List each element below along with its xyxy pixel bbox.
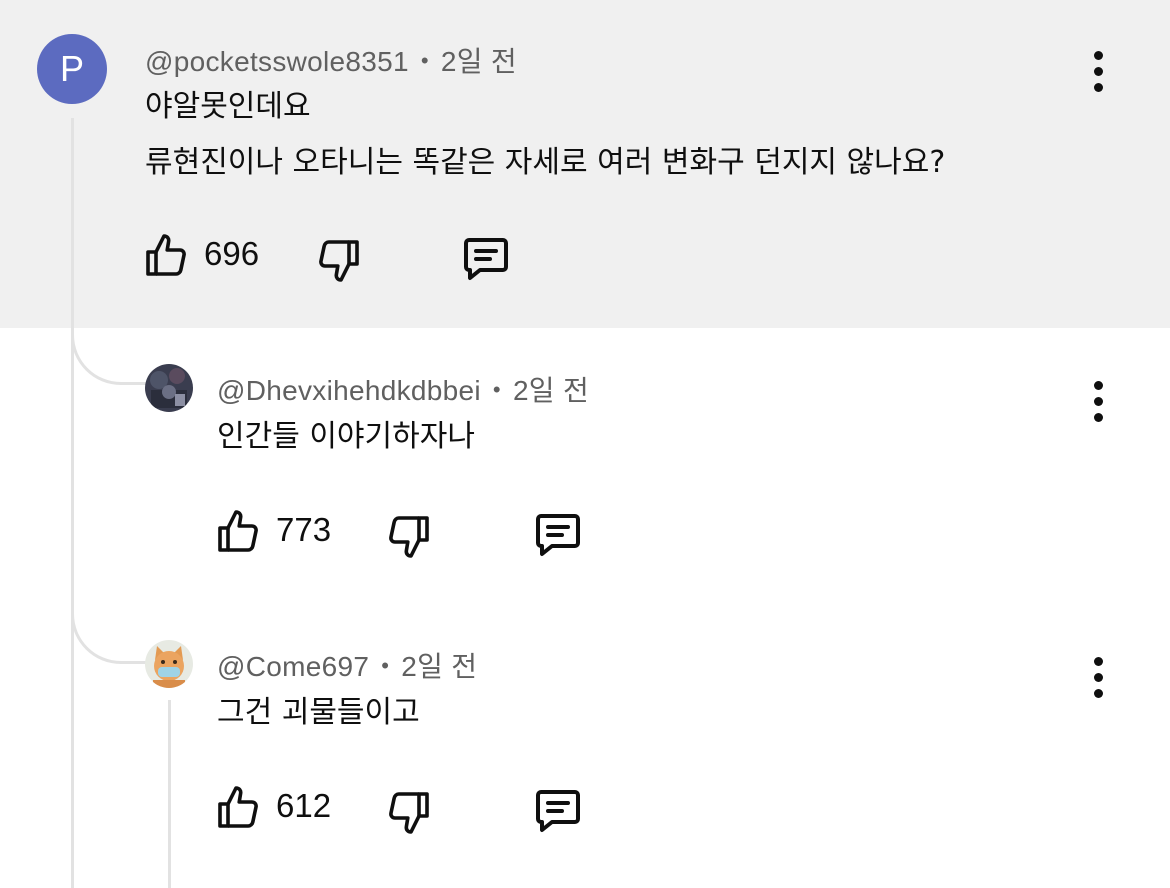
author-handle[interactable]: @Dhevxihehdkdbbei: [217, 375, 481, 406]
thread-line-reply-2: [168, 700, 171, 888]
thumbs-up-icon[interactable]: [142, 232, 190, 280]
timestamp[interactable]: 2일 전: [441, 46, 517, 77]
reply-comment-icon[interactable]: [460, 234, 512, 282]
thumbs-down-icon[interactable]: [315, 236, 363, 284]
more-vertical-icon[interactable]: [1078, 376, 1118, 426]
comment-text-line: 그건 괴물들이고: [217, 695, 420, 730]
author-handle[interactable]: @Come697: [217, 651, 369, 682]
comment-meta: @Dhevxihehdkdbbei • 2일 전: [217, 369, 589, 409]
avatar[interactable]: [145, 640, 193, 688]
thumbs-down-icon[interactable]: [385, 512, 433, 560]
thumbs-down-icon[interactable]: [385, 788, 433, 836]
thread-connector-reply-1: [71, 300, 147, 385]
comment-text-line: 인간들 이야기하자나: [217, 419, 475, 454]
more-vertical-icon[interactable]: [1078, 46, 1118, 96]
thread-connector-reply-2: [71, 580, 147, 664]
meta-separator: •: [420, 48, 429, 73]
reply-comment-icon[interactable]: [532, 786, 584, 834]
comment-meta: @pocketsswole8351 • 2일 전: [145, 40, 517, 80]
thumbs-up-icon[interactable]: [214, 508, 262, 556]
reply-comment-icon[interactable]: [532, 510, 584, 558]
timestamp[interactable]: 2일 전: [401, 651, 477, 682]
comment-text-line: 야알못인데요: [145, 89, 311, 124]
avatar[interactable]: P: [37, 34, 107, 104]
avatar-image: [145, 364, 193, 412]
timestamp[interactable]: 2일 전: [513, 375, 589, 406]
meta-separator: •: [381, 653, 390, 678]
avatar[interactable]: [145, 364, 193, 412]
comment-text-line: 류현진이나 오타니는 똑같은 자세로 여러 변화구 던지지 않나요?: [145, 145, 946, 180]
like-count: 773: [276, 511, 332, 548]
like-count: 696: [204, 235, 260, 272]
like-count: 612: [276, 787, 332, 824]
meta-separator: •: [492, 377, 501, 402]
author-handle[interactable]: @pocketsswole8351: [145, 46, 409, 77]
more-vertical-icon[interactable]: [1078, 652, 1118, 702]
thumbs-up-icon[interactable]: [214, 784, 262, 832]
thread-line-main: [71, 118, 74, 888]
avatar-image: [145, 640, 193, 688]
comment-meta: @Come697 • 2일 전: [217, 645, 477, 685]
